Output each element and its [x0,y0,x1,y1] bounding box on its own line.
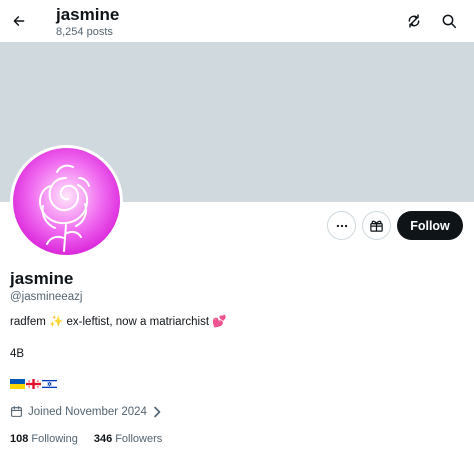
followers-link[interactable]: 346 Followers [94,433,162,445]
arrow-left-icon [13,16,25,26]
top-bar: jasmine 8,254 posts [0,0,474,42]
calendar-icon [11,406,22,417]
header-name: jasmine [56,5,120,24]
following-link[interactable]: 108 Following [10,433,78,445]
search-button[interactable] [438,10,460,32]
two-hearts-emoji: 💕 [212,316,227,328]
display-name: jasmine [10,269,74,288]
avatar-image [13,148,120,255]
back-button[interactable] [6,8,32,34]
followers-count: 346 [93,433,113,445]
rose-illustration [39,164,90,252]
chevron-right-icon [154,406,161,417]
joined-date: Joined November 2024 [28,405,147,418]
following-label: Following [31,433,78,445]
header-post-count: 8,254 posts [56,26,113,38]
follow-button[interactable]: Follow [397,211,463,240]
sparkles-emoji: ✨ [49,316,64,328]
following-count: 108 [10,433,29,445]
avatar[interactable] [10,145,123,258]
gift-icon [370,220,383,232]
followers-label: Followers [115,433,163,445]
more-icon [336,224,347,227]
bio-line: radfem ✨ ex-leftist, now a matriarchist … [10,315,227,330]
bio-text: ex-leftist, now a matriarchist [63,316,213,328]
joined-info[interactable]: Joined November 2024 [10,405,162,418]
bio-line: 4B [10,348,25,360]
ukraine-flag [10,379,25,389]
bio-flags [10,379,57,389]
handle: @jasmineeazj [10,291,83,303]
bio-text: radfem [10,316,49,328]
israel-flag [42,379,57,389]
refresh-icon [408,14,420,28]
search-icon [442,14,457,29]
georgia-flag [26,379,41,389]
refresh-button[interactable] [403,10,425,32]
follow-stats: 108 Following 346 Followers [10,433,162,445]
more-options-button[interactable] [327,211,356,240]
gift-button[interactable] [362,211,391,240]
